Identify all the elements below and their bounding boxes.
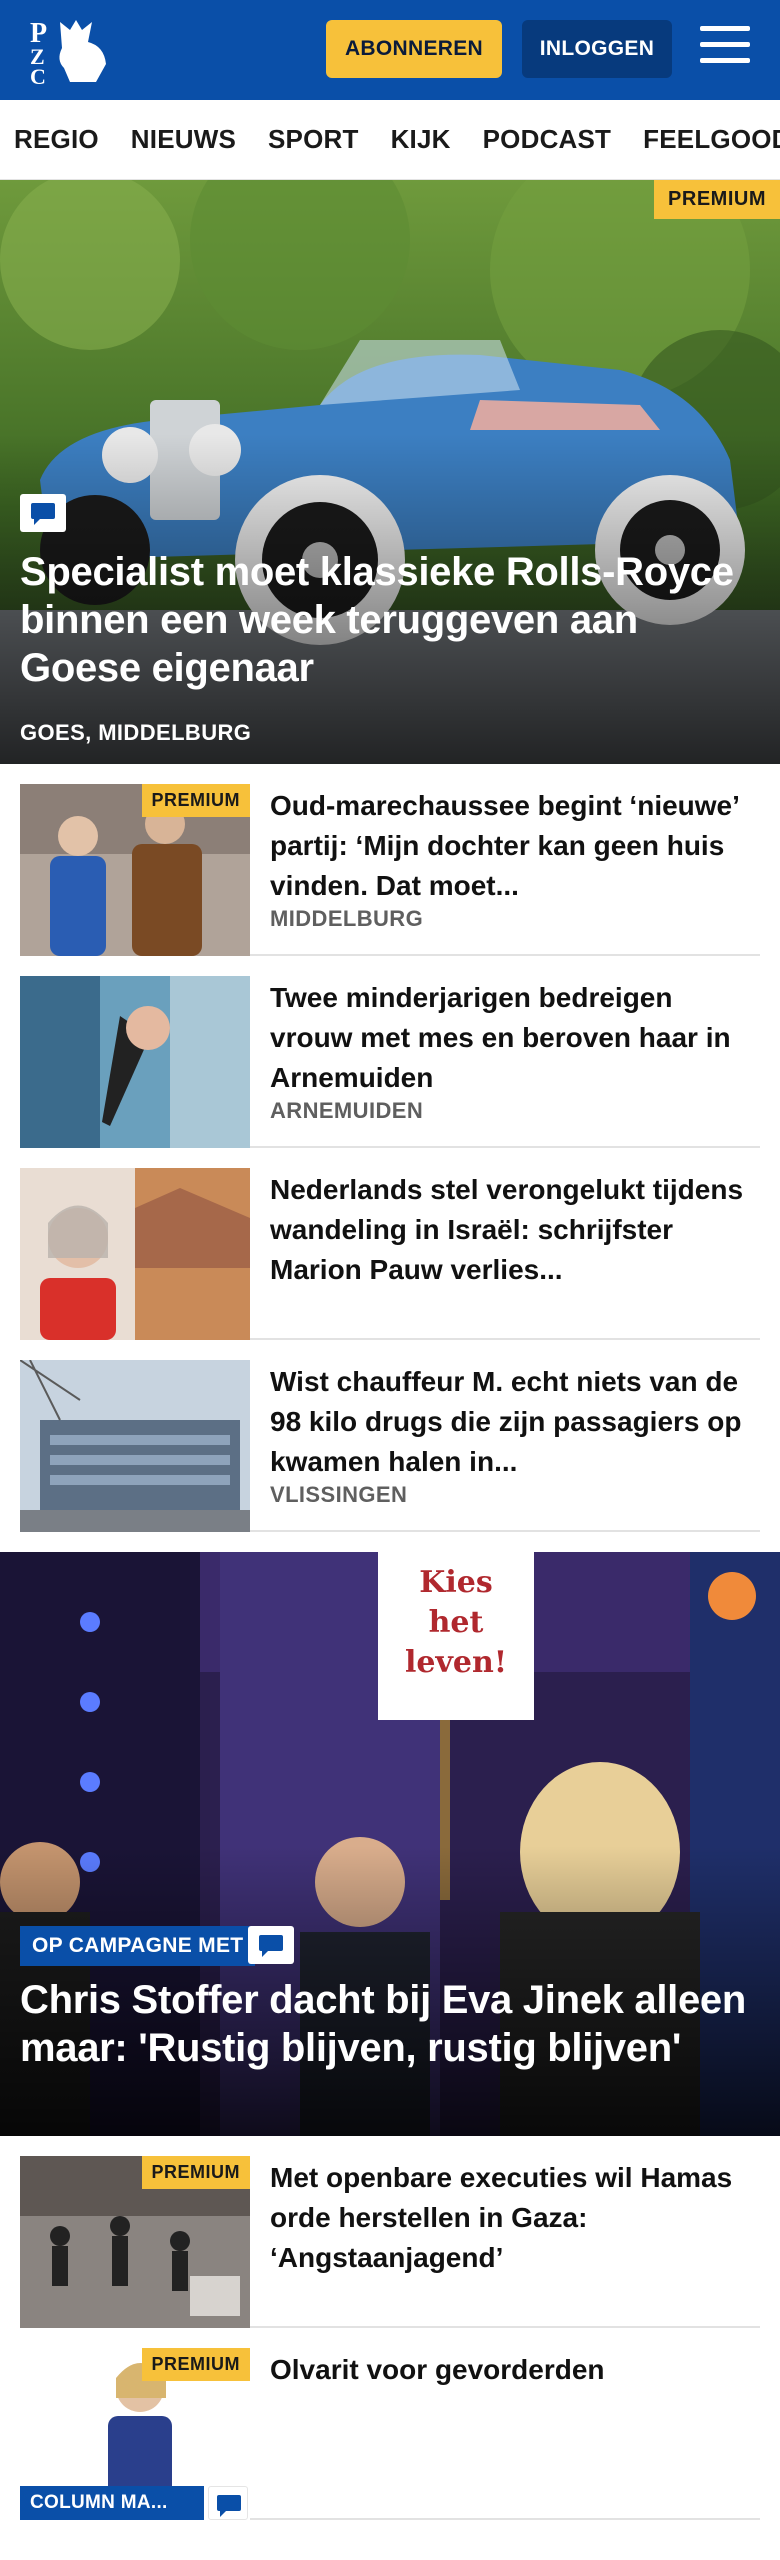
nav-item-regio[interactable]: REGIO xyxy=(14,124,99,155)
svg-text:C: C xyxy=(30,64,46,88)
column-label[interactable]: COLUMN MA... xyxy=(20,2486,204,2520)
hero-headline[interactable]: Specialist moet klassieke Rolls-Royce bi… xyxy=(20,548,760,692)
login-button[interactable]: INLOGGEN xyxy=(522,20,672,78)
list-item[interactable]: Twee minderjarigen bedreigen vrouw met m… xyxy=(20,956,760,1148)
section-nav: REGIO NIEUWS SPORT KIJK PODCAST FEELGOOD xyxy=(0,100,780,180)
article-location-tag[interactable]: MIDDELBURG xyxy=(270,906,423,932)
hero-article[interactable]: PREMIUM Specialist moet klassieke Rolls-… xyxy=(0,180,780,764)
site-header: P Z C ABONNEREN INLOGGEN xyxy=(0,0,780,100)
premium-badge: PREMIUM xyxy=(141,2156,250,2189)
article-thumbnail xyxy=(20,1360,250,1532)
article-headline[interactable]: Wist chauffeur M. echt niets van de 98 k… xyxy=(270,1362,760,1482)
comment-icon[interactable] xyxy=(208,2486,248,2520)
premium-badge: PREMIUM xyxy=(141,2348,250,2381)
article-location-tag[interactable]: ARNEMUIDEN xyxy=(270,1098,423,1124)
article-thumbnail: PREMIUM COLUMN MA... xyxy=(20,2348,250,2520)
article-headline[interactable]: Oud-marechaussee begint ‘nieuwe’ partij:… xyxy=(270,786,760,906)
premium-badge: PREMIUM xyxy=(654,180,780,219)
nav-item-feelgood[interactable]: FEELGOOD xyxy=(643,124,780,155)
list-item[interactable]: PREMIUM Met openbare executies wil Hamas… xyxy=(20,2136,760,2328)
pzc-logo[interactable]: P Z C xyxy=(26,12,116,88)
subscribe-button[interactable]: ABONNEREN xyxy=(326,20,502,78)
hamburger-menu-icon[interactable] xyxy=(700,26,750,72)
svg-text:het: het xyxy=(429,1605,484,1640)
nav-item-kijk[interactable]: KIJK xyxy=(391,124,451,155)
comment-icon[interactable] xyxy=(20,494,66,532)
article-location-tag[interactable]: VLISSINGEN xyxy=(270,1482,407,1508)
list-item[interactable]: PREMIUM COLUMN MA... Olvarit voor gevord… xyxy=(20,2328,760,2520)
featured-video-article[interactable]: Kies het leven! OP CAMPAGNE MET Chris St… xyxy=(0,1552,780,2136)
svg-text:leven!: leven! xyxy=(405,1645,507,1680)
nav-item-nieuws[interactable]: NIEUWS xyxy=(131,124,236,155)
nav-item-sport[interactable]: SPORT xyxy=(268,124,359,155)
article-thumbnail: PREMIUM xyxy=(20,2156,250,2328)
article-headline[interactable]: Twee minderjarigen bedreigen vrouw met m… xyxy=(270,978,760,1098)
comment-icon[interactable] xyxy=(248,1926,294,1964)
article-thumbnail: PREMIUM xyxy=(20,784,250,956)
category-label[interactable]: OP CAMPAGNE MET xyxy=(20,1926,256,1966)
article-thumbnail xyxy=(20,1168,250,1340)
nav-item-podcast[interactable]: PODCAST xyxy=(483,124,612,155)
article-headline[interactable]: Met openbare executies wil Hamas orde he… xyxy=(270,2158,760,2278)
article-thumbnail xyxy=(20,976,250,1148)
article-headline[interactable]: Olvarit voor gevorderden xyxy=(270,2350,760,2390)
list-item[interactable]: Wist chauffeur M. echt niets van de 98 k… xyxy=(20,1340,760,1532)
svg-text:Kies: Kies xyxy=(419,1565,492,1600)
hero-location-tag[interactable]: GOES, MIDDELBURG xyxy=(20,720,251,746)
list-item[interactable]: PREMIUM Oud-marechaussee begint ‘nieuwe’… xyxy=(20,764,760,956)
article-headline[interactable]: Nederlands stel verongelukt tijdens wand… xyxy=(270,1170,760,1290)
featured-headline[interactable]: Chris Stoffer dacht bij Eva Jinek alleen… xyxy=(20,1976,760,2072)
premium-badge: PREMIUM xyxy=(141,784,250,817)
list-item[interactable]: Nederlands stel verongelukt tijdens wand… xyxy=(20,1148,760,1340)
